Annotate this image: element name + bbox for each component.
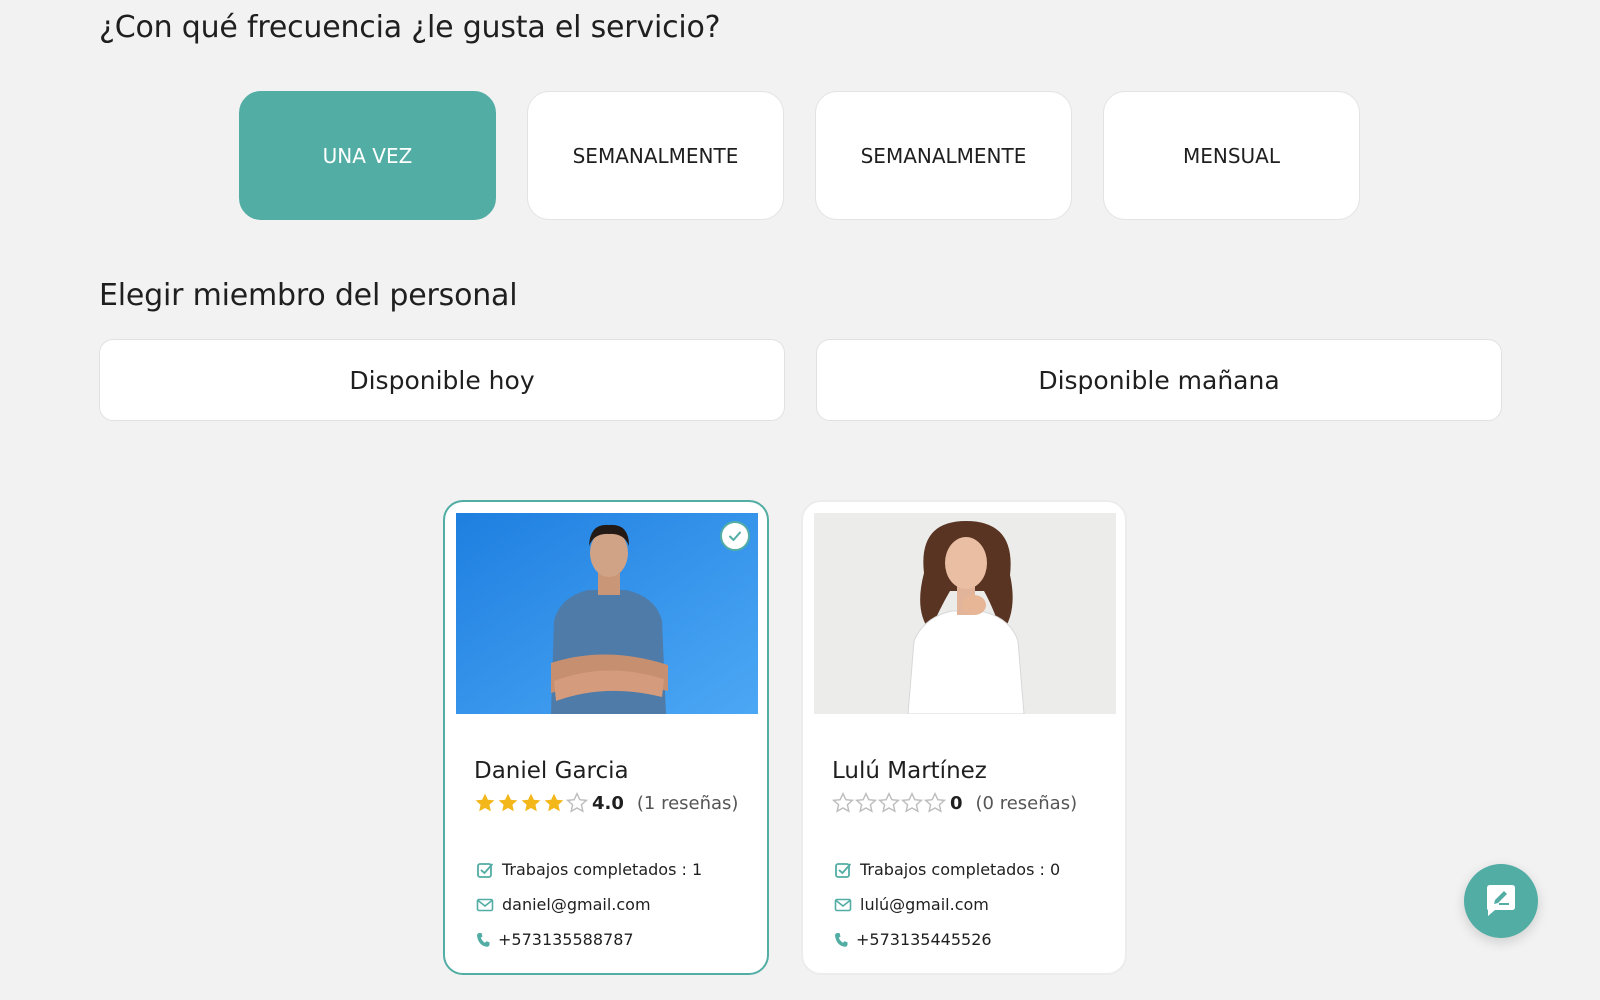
checkbox-icon	[477, 862, 493, 878]
frequency-option-monthly[interactable]: MENSUAL	[1103, 91, 1360, 220]
tab-available-tomorrow[interactable]: Disponible mañana	[816, 339, 1502, 421]
phone-row: +573135445526	[834, 922, 1060, 957]
checkbox-icon	[835, 862, 851, 878]
rating-stars	[832, 792, 946, 814]
staff-info-list: Trabajos completados : 0 lulú@gmail.com …	[834, 852, 1060, 957]
star-empty-icon	[855, 792, 877, 813]
frequency-option-weekly-2[interactable]: SEMANALMENTE	[815, 91, 1072, 220]
chat-feedback-button[interactable]	[1464, 864, 1538, 938]
phone-text: +573135588787	[498, 930, 634, 949]
rating-stars	[474, 792, 588, 814]
staff-photo-daniel	[456, 513, 758, 714]
chat-feedback-icon	[1487, 885, 1515, 916]
availability-tabs: Disponible hoy Disponible mañana	[99, 339, 1502, 421]
star-empty-icon	[566, 792, 588, 813]
jobs-completed-row: Trabajos completados : 0	[834, 852, 1060, 887]
email-text: daniel@gmail.com	[502, 895, 651, 914]
frequency-options: UNA VEZ SEMANALMENTE SEMANALMENTE MENSUA…	[239, 91, 1360, 220]
staff-section-title: Elegir miembro del personal	[99, 278, 518, 313]
jobs-completed-text: Trabajos completados : 1	[502, 860, 703, 879]
tab-available-today[interactable]: Disponible hoy	[99, 339, 785, 421]
selected-check-icon	[720, 521, 750, 551]
star-empty-icon	[878, 792, 900, 813]
staff-name: Lulú Martínez	[832, 758, 987, 784]
email-row: daniel@gmail.com	[476, 887, 702, 922]
email-row: lulú@gmail.com	[834, 887, 1060, 922]
staff-info-list: Trabajos completados : 1 daniel@gmail.co…	[476, 852, 702, 957]
staff-card-daniel[interactable]: Daniel Garcia 4.0 (1 reseñas) Trabajos c…	[443, 500, 769, 975]
phone-icon	[835, 932, 848, 947]
star-filled-icon	[498, 793, 518, 812]
envelope-icon	[476, 898, 494, 911]
star-empty-icon	[832, 792, 854, 813]
phone-row: +573135588787	[476, 922, 702, 957]
phone-text: +573135445526	[856, 930, 992, 949]
staff-rating: 4.0 (1 reseñas)	[474, 792, 738, 814]
phone-icon	[477, 932, 490, 947]
review-count: (0 reseñas)	[975, 792, 1078, 814]
staff-card-lulu[interactable]: Lulú Martínez 0 (0 reseñas) Trabajos com…	[801, 500, 1127, 975]
jobs-completed-text: Trabajos completados : 0	[860, 860, 1061, 879]
frequency-title: ¿Con qué frecuencia ¿le gusta el servici…	[99, 10, 721, 45]
email-text: lulú@gmail.com	[860, 895, 989, 914]
frequency-option-once[interactable]: UNA VEZ	[239, 91, 496, 220]
rating-value: 0	[950, 792, 963, 814]
star-filled-icon	[475, 793, 495, 812]
review-count: (1 reseñas)	[636, 792, 739, 814]
booking-page: ¿Con qué frecuencia ¿le gusta el servici…	[0, 0, 1600, 1000]
staff-name: Daniel Garcia	[474, 758, 629, 784]
star-empty-icon	[924, 792, 946, 813]
envelope-icon	[834, 898, 852, 911]
rating-value: 4.0	[592, 792, 624, 814]
frequency-option-weekly[interactable]: SEMANALMENTE	[527, 91, 784, 220]
jobs-completed-row: Trabajos completados : 1	[476, 852, 702, 887]
staff-card-list: Daniel Garcia 4.0 (1 reseñas) Trabajos c…	[443, 500, 1127, 975]
staff-photo-lulu	[814, 513, 1116, 714]
star-empty-icon	[901, 792, 923, 813]
star-filled-icon	[544, 793, 564, 812]
staff-rating: 0 (0 reseñas)	[832, 792, 1077, 814]
star-filled-icon	[521, 793, 541, 812]
